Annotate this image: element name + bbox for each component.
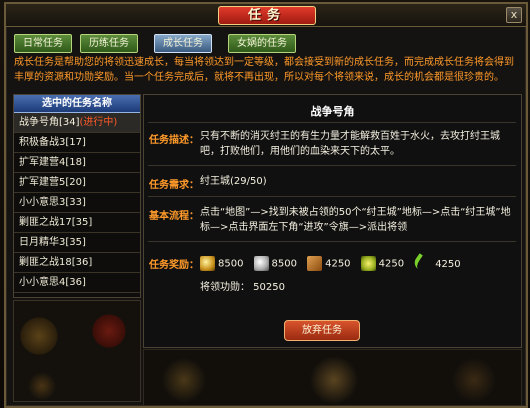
quest-title: 战争号角 xyxy=(310,105,355,118)
divider xyxy=(148,165,516,166)
title-bar[interactable]: 任务 x xyxy=(6,4,526,27)
list-item[interactable]: 扩军建营4[18] xyxy=(14,153,140,173)
divider xyxy=(148,241,516,242)
quest-requirement: 纣王城(29/50) xyxy=(200,176,267,187)
wood-icon xyxy=(307,256,323,271)
list-item[interactable]: 剿匪之战17[35] xyxy=(14,213,140,233)
reward-grain: 4250 xyxy=(360,256,405,271)
reward-row: 8500 8500 4250 4250 4250 xyxy=(200,252,466,275)
list-item[interactable]: 剿匪之战18[36] xyxy=(14,253,140,273)
desc-label: 任务描述： xyxy=(149,135,199,146)
divider xyxy=(148,122,516,123)
reward-value: 8500 xyxy=(218,258,244,270)
flow-label: 基本流程： xyxy=(149,211,199,222)
divider xyxy=(148,196,516,197)
reward-value: 4250 xyxy=(325,258,351,270)
silver-icon xyxy=(253,256,269,271)
quest-item-name: 战争号角[34] xyxy=(19,117,80,128)
reward-label: 任务奖励： xyxy=(149,260,199,271)
list-item[interactable]: 积极备战3[17] xyxy=(14,133,140,153)
req-label: 任务需求： xyxy=(149,180,199,191)
background-scene xyxy=(143,349,522,406)
list-item[interactable]: 扩军建营5[20] xyxy=(14,173,140,193)
quest-detail-panel: 战争号角 任务描述： 只有不断的消灭纣王的有生力量才能解救百姓于水火，去攻打纣王… xyxy=(143,94,522,348)
reward-value: 4250 xyxy=(378,258,405,270)
window-title: 任务 xyxy=(218,6,316,25)
quest-status: (进行中) xyxy=(79,117,118,128)
tab-daily[interactable]: 日常任务 xyxy=(14,34,72,53)
abandon-quest-button[interactable]: 放弃任务 xyxy=(284,320,360,341)
background-items xyxy=(13,300,141,402)
close-button[interactable]: x xyxy=(506,7,522,23)
growth-task-description: 成长任务是帮助您的将领迅速成长，每当将领达到一定等级，都会接受到新的成长任务，而… xyxy=(14,57,514,83)
leaf-icon xyxy=(411,252,435,275)
quest-list: 选中的任务名称 战争号角[34](进行中) 积极备战3[17] 扩军建营4[18… xyxy=(13,94,141,298)
task-window: 任务 x 日常任务 历练任务 成长任务 女娲的任务 成长任务是帮助您的将领迅速成… xyxy=(4,2,528,408)
gold-icon xyxy=(200,256,215,271)
reward-value: 8500 xyxy=(271,258,297,270)
quest-description: 只有不断的消灭纣王的有生力量才能解救百姓于水火，去攻打纣王城吧，打败他们，用他们… xyxy=(200,131,500,157)
reward-value: 4250 xyxy=(435,258,461,270)
list-item[interactable]: 小小意思3[33] xyxy=(14,193,140,213)
tab-nuwa[interactable]: 女娲的任务 xyxy=(228,34,296,53)
reward-leaf: 4250 xyxy=(411,252,461,275)
quest-item-war-horn[interactable]: 战争号角[34](进行中) xyxy=(14,113,140,133)
grain-icon xyxy=(360,256,376,271)
tab-growth[interactable]: 成长任务 xyxy=(154,34,212,53)
quest-list-header: 选中的任务名称 xyxy=(14,95,140,113)
quest-flow: 点击“地图”—>找到未被占领的50个“纣王城”地标—>点击“纣王城”地标—>点击… xyxy=(200,207,511,233)
general-merit: 将领功勋： 50250 xyxy=(200,282,285,293)
list-item[interactable]: 日月精华3[35] xyxy=(14,233,140,253)
reward-silver: 8500 xyxy=(253,256,297,271)
tab-training[interactable]: 历练任务 xyxy=(80,34,138,53)
list-item[interactable]: 小小意思4[36] xyxy=(14,273,140,293)
reward-gold: 8500 xyxy=(200,256,243,271)
reward-wood: 4250 xyxy=(307,256,351,271)
